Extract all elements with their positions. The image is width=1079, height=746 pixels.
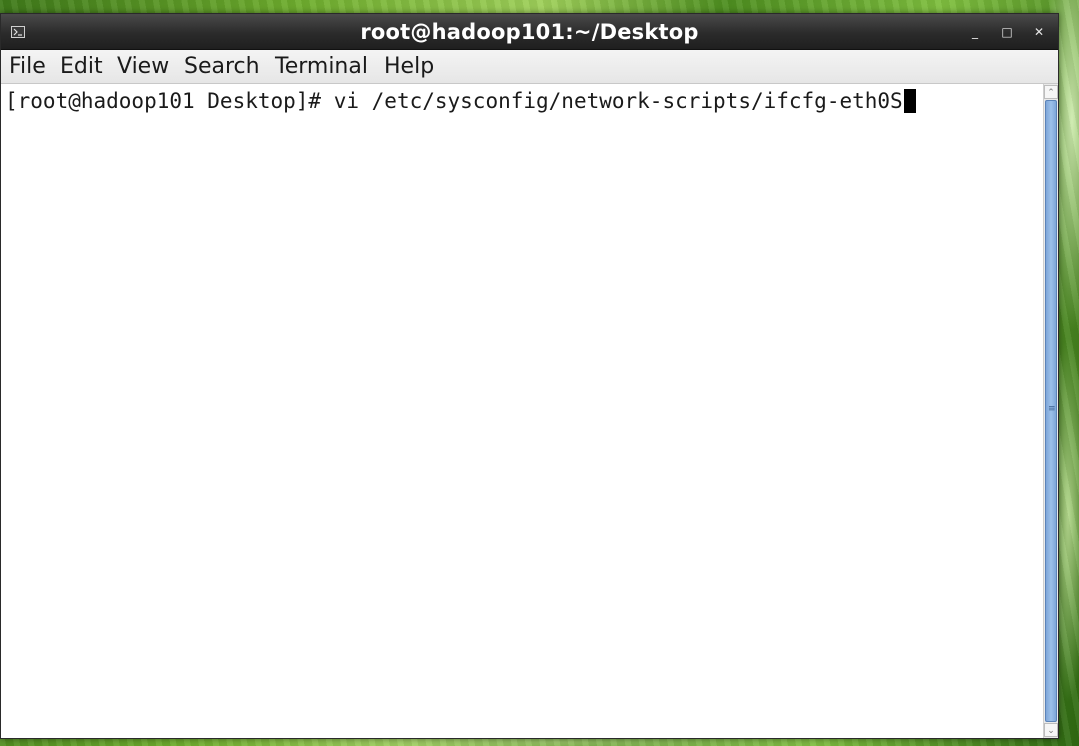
scroll-thumb[interactable]: ≡ (1045, 100, 1057, 722)
menu-terminal[interactable]: Terminal (273, 54, 370, 80)
terminal-window[interactable]: root@hadoop101:~/Desktop _ □ ✕ File Edit… (0, 13, 1059, 739)
minimize-button[interactable]: _ (965, 22, 985, 42)
menu-edit[interactable]: Edit (58, 54, 105, 80)
typed-command: vi /etc/sysconfig/network-scripts/ifcfg-… (333, 89, 903, 113)
title-bar[interactable]: root@hadoop101:~/Desktop _ □ ✕ (1, 14, 1058, 50)
menu-bar: File Edit View Search Terminal Help (1, 50, 1058, 84)
maximize-button[interactable]: □ (997, 22, 1017, 42)
close-button[interactable]: ✕ (1029, 22, 1049, 42)
vertical-scrollbar[interactable]: ⌃ ≡ ⌄ (1043, 84, 1058, 738)
scroll-up-arrow-icon[interactable]: ⌃ (1044, 85, 1058, 99)
scroll-down-arrow-icon[interactable]: ⌄ (1044, 723, 1058, 737)
grip-icon: ≡ (1048, 404, 1056, 414)
menu-help[interactable]: Help (382, 54, 436, 80)
menu-file[interactable]: File (7, 54, 48, 80)
terminal-line: [root@hadoop101 Desktop]# vi /etc/syscon… (5, 88, 916, 114)
menu-search[interactable]: Search (182, 54, 262, 80)
window-title: root@hadoop101:~/Desktop (360, 20, 699, 44)
shell-prompt: [root@hadoop101 Desktop]# (5, 89, 334, 113)
text-cursor (903, 89, 916, 113)
menu-view[interactable]: View (115, 54, 171, 80)
terminal-output[interactable]: [root@hadoop101 Desktop]# vi /etc/syscon… (1, 84, 1043, 738)
